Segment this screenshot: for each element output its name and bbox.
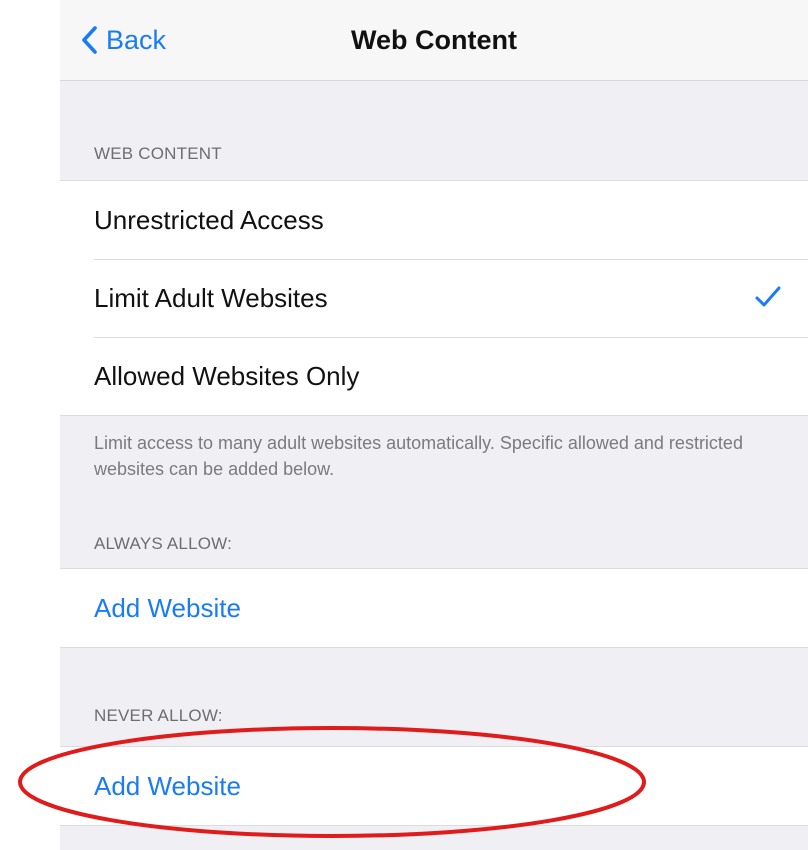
page-title: Web Content (351, 25, 517, 55)
option-label: Unrestricted Access (94, 205, 324, 235)
navigation-bar: Back Web Content (60, 0, 808, 81)
web-content-footer-note: Limit access to many adult websites auto… (94, 433, 743, 479)
add-website-label: Add Website (94, 593, 241, 623)
option-allowed-websites-only[interactable]: Allowed Websites Only (60, 337, 808, 415)
option-label: Allowed Websites Only (94, 361, 360, 391)
always-allow-section-header: ALWAYS ALLOW: (94, 534, 233, 553)
option-label: Limit Adult Websites (94, 283, 328, 313)
web-content-section-header: WEB CONTENT (94, 144, 222, 163)
option-unrestricted-access[interactable]: Unrestricted Access (60, 181, 808, 259)
web-content-options: Unrestricted Access Limit Adult Websites… (60, 180, 808, 416)
option-limit-adult-websites[interactable]: Limit Adult Websites (60, 259, 808, 337)
never-allow-section-header: NEVER ALLOW: (94, 706, 223, 725)
add-website-label: Add Website (94, 771, 241, 801)
always-allow-add-website-button[interactable]: Add Website (60, 569, 808, 647)
checkmark-icon (754, 285, 782, 314)
always-allow-group: Add Website (60, 568, 808, 648)
never-allow-add-website-button[interactable]: Add Website (60, 747, 808, 825)
settings-screen: Back Web Content WEB CONTENT Unrestricte… (60, 0, 808, 850)
never-allow-group: Add Website (60, 746, 808, 826)
